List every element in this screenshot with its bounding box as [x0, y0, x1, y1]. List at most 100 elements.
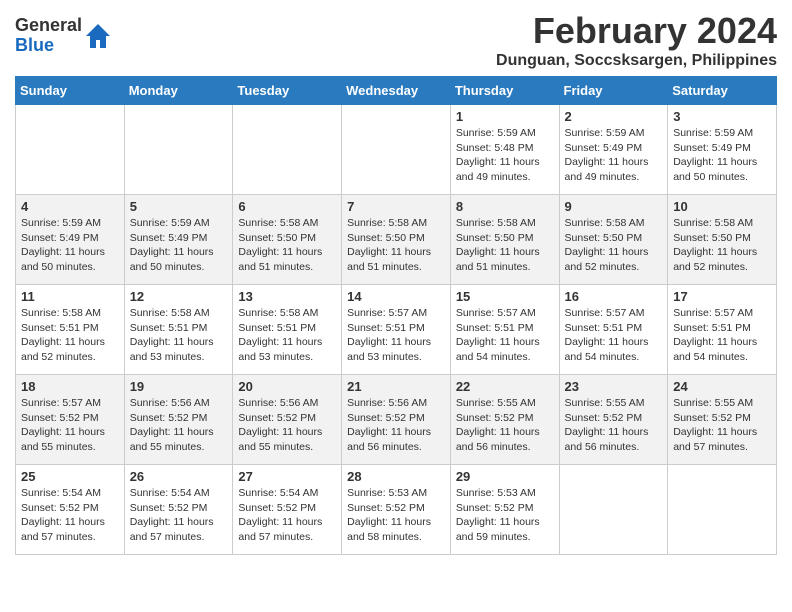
day-number: 2 [565, 109, 663, 124]
calendar-subtitle: Dunguan, Soccsksargen, Philippines [496, 52, 777, 70]
calendar-cell [124, 105, 233, 195]
logo-general: General [15, 16, 82, 36]
day-info: Sunrise: 5:57 AMSunset: 5:51 PMDaylight:… [673, 306, 771, 365]
column-header-friday: Friday [559, 77, 668, 105]
day-info: Sunrise: 5:58 AMSunset: 5:50 PMDaylight:… [238, 216, 336, 275]
calendar-table: SundayMondayTuesdayWednesdayThursdayFrid… [15, 76, 777, 555]
day-info: Sunrise: 5:55 AMSunset: 5:52 PMDaylight:… [456, 396, 554, 455]
day-number: 8 [456, 199, 554, 214]
calendar-cell: 12 Sunrise: 5:58 AMSunset: 5:51 PMDayligh… [124, 285, 233, 375]
calendar-cell: 8 Sunrise: 5:58 AMSunset: 5:50 PMDaylight… [450, 195, 559, 285]
calendar-cell: 9Sunrise: 5:58 AMSunset: 5:50 PMDaylight… [559, 195, 668, 285]
calendar-cell: 11 Sunrise: 5:58 AMSunset: 5:51 PMDayligh… [16, 285, 125, 375]
calendar-cell [668, 465, 777, 555]
day-info: Sunrise: 5:59 AMSunset: 5:49 PMDaylight:… [673, 126, 771, 185]
calendar-week-row: 11 Sunrise: 5:58 AMSunset: 5:51 PMDayligh… [16, 285, 777, 375]
header: General Blue February 2024 Dunguan, Socc… [15, 10, 777, 70]
day-info: Sunrise: 5:57 AMSunset: 5:52 PMDaylight:… [21, 396, 119, 455]
day-number: 3 [673, 109, 771, 124]
day-info: Sunrise: 5:54 AMSunset: 5:52 PMDaylight:… [21, 486, 119, 545]
calendar-header-row: SundayMondayTuesdayWednesdayThursdayFrid… [16, 77, 777, 105]
calendar-cell: 16Sunrise: 5:57 AMSunset: 5:51 PMDayligh… [559, 285, 668, 375]
calendar-cell: 7 Sunrise: 5:58 AMSunset: 5:50 PMDaylight… [342, 195, 451, 285]
day-number: 19 [130, 379, 228, 394]
day-info: Sunrise: 5:54 AMSunset: 5:52 PMDaylight:… [238, 486, 336, 545]
calendar-title: February 2024 [496, 10, 777, 52]
day-number: 12 [130, 289, 228, 304]
calendar-cell [559, 465, 668, 555]
calendar-week-row: 25 Sunrise: 5:54 AMSunset: 5:52 PMDayligh… [16, 465, 777, 555]
day-info: Sunrise: 5:56 AMSunset: 5:52 PMDaylight:… [238, 396, 336, 455]
column-header-thursday: Thursday [450, 77, 559, 105]
calendar-cell: 5Sunrise: 5:59 AMSunset: 5:49 PMDaylight… [124, 195, 233, 285]
column-header-sunday: Sunday [16, 77, 125, 105]
day-number: 10 [673, 199, 771, 214]
calendar-cell: 24Sunrise: 5:55 AMSunset: 5:52 PMDayligh… [668, 375, 777, 465]
calendar-cell: 14 Sunrise: 5:57 AMSunset: 5:51 PMDayligh… [342, 285, 451, 375]
day-info: Sunrise: 5:59 AMSunset: 5:49 PMDaylight:… [21, 216, 119, 275]
calendar-cell: 22 Sunrise: 5:55 AMSunset: 5:52 PMDayligh… [450, 375, 559, 465]
calendar-cell: 23 Sunrise: 5:55 AMSunset: 5:52 PMDayligh… [559, 375, 668, 465]
day-info: Sunrise: 5:57 AMSunset: 5:51 PMDaylight:… [456, 306, 554, 365]
day-number: 20 [238, 379, 336, 394]
day-number: 1 [456, 109, 554, 124]
calendar-cell: 18 Sunrise: 5:57 AMSunset: 5:52 PMDayligh… [16, 375, 125, 465]
day-info: Sunrise: 5:58 AMSunset: 5:51 PMDaylight:… [130, 306, 228, 365]
column-header-tuesday: Tuesday [233, 77, 342, 105]
calendar-cell [342, 105, 451, 195]
day-number: 5 [130, 199, 228, 214]
day-number: 13 [238, 289, 336, 304]
day-number: 15 [456, 289, 554, 304]
day-info: Sunrise: 5:55 AMSunset: 5:52 PMDaylight:… [565, 396, 663, 455]
calendar-cell: 3 Sunrise: 5:59 AMSunset: 5:49 PMDaylight… [668, 105, 777, 195]
day-number: 6 [238, 199, 336, 214]
day-number: 21 [347, 379, 445, 394]
calendar-cell: 10 Sunrise: 5:58 AMSunset: 5:50 PMDayligh… [668, 195, 777, 285]
day-info: Sunrise: 5:53 AMSunset: 5:52 PMDaylight:… [456, 486, 554, 545]
day-info: Sunrise: 5:57 AMSunset: 5:51 PMDaylight:… [347, 306, 445, 365]
day-info: Sunrise: 5:58 AMSunset: 5:51 PMDaylight:… [238, 306, 336, 365]
day-info: Sunrise: 5:59 AMSunset: 5:49 PMDaylight:… [565, 126, 663, 185]
calendar-cell: 2 Sunrise: 5:59 AMSunset: 5:49 PMDaylight… [559, 105, 668, 195]
day-number: 16 [565, 289, 663, 304]
column-header-saturday: Saturday [668, 77, 777, 105]
day-number: 18 [21, 379, 119, 394]
day-info: Sunrise: 5:58 AMSunset: 5:50 PMDaylight:… [673, 216, 771, 275]
day-info: Sunrise: 5:58 AMSunset: 5:50 PMDaylight:… [565, 216, 663, 275]
day-number: 29 [456, 469, 554, 484]
day-number: 22 [456, 379, 554, 394]
column-header-monday: Monday [124, 77, 233, 105]
day-number: 14 [347, 289, 445, 304]
day-info: Sunrise: 5:58 AMSunset: 5:50 PMDaylight:… [456, 216, 554, 275]
day-number: 7 [347, 199, 445, 214]
calendar-cell: 25 Sunrise: 5:54 AMSunset: 5:52 PMDayligh… [16, 465, 125, 555]
day-number: 27 [238, 469, 336, 484]
logo-icon [84, 22, 112, 50]
calendar-week-row: 18 Sunrise: 5:57 AMSunset: 5:52 PMDayligh… [16, 375, 777, 465]
day-number: 11 [21, 289, 119, 304]
day-number: 23 [565, 379, 663, 394]
day-number: 25 [21, 469, 119, 484]
column-header-wednesday: Wednesday [342, 77, 451, 105]
calendar-cell: 28Sunrise: 5:53 AMSunset: 5:52 PMDayligh… [342, 465, 451, 555]
logo-blue: Blue [15, 36, 82, 56]
day-number: 28 [347, 469, 445, 484]
calendar-cell: 26Sunrise: 5:54 AMSunset: 5:52 PMDayligh… [124, 465, 233, 555]
calendar-cell: 4 Sunrise: 5:59 AMSunset: 5:49 PMDaylight… [16, 195, 125, 285]
calendar-cell: 27 Sunrise: 5:54 AMSunset: 5:52 PMDayligh… [233, 465, 342, 555]
day-info: Sunrise: 5:59 AMSunset: 5:48 PMDaylight:… [456, 126, 554, 185]
calendar-cell: 21Sunrise: 5:56 AMSunset: 5:52 PMDayligh… [342, 375, 451, 465]
day-info: Sunrise: 5:54 AMSunset: 5:52 PMDaylight:… [130, 486, 228, 545]
calendar-cell: 20 Sunrise: 5:56 AMSunset: 5:52 PMDayligh… [233, 375, 342, 465]
calendar-week-row: 1 Sunrise: 5:59 AMSunset: 5:48 PMDaylight… [16, 105, 777, 195]
day-number: 24 [673, 379, 771, 394]
title-area: February 2024 Dunguan, Soccsksargen, Phi… [496, 10, 777, 70]
day-info: Sunrise: 5:58 AMSunset: 5:50 PMDaylight:… [347, 216, 445, 275]
calendar-cell: 29 Sunrise: 5:53 AMSunset: 5:52 PMDayligh… [450, 465, 559, 555]
logo: General Blue [15, 16, 112, 56]
day-info: Sunrise: 5:58 AMSunset: 5:51 PMDaylight:… [21, 306, 119, 365]
day-number: 17 [673, 289, 771, 304]
calendar-cell [233, 105, 342, 195]
day-number: 4 [21, 199, 119, 214]
calendar-cell [16, 105, 125, 195]
